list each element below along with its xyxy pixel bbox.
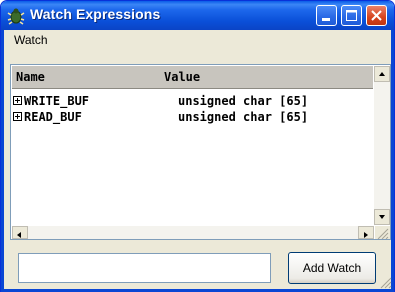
watch-list[interactable]: Name Value WRITE_BUF unsigned char [65] … — [10, 64, 391, 240]
list-item[interactable]: READ_BUF unsigned char [65] — [12, 110, 373, 125]
grip-icon — [377, 228, 389, 239]
scroll-up-button[interactable] — [374, 66, 390, 82]
scroll-down-button[interactable] — [374, 209, 390, 225]
window-title: Watch Expressions — [30, 6, 161, 22]
close-button[interactable] — [366, 5, 387, 26]
close-icon — [371, 10, 382, 21]
watch-expressions-window: Watch Expressions Watch Name Value WRITE… — [0, 0, 395, 292]
expand-icon[interactable] — [13, 96, 22, 105]
arrow-left-icon — [17, 232, 21, 238]
arrow-right-icon — [364, 232, 368, 238]
list-size-grip — [375, 226, 390, 239]
expand-icon[interactable] — [13, 112, 22, 121]
resize-grip-icon[interactable] — [380, 277, 392, 289]
bug-icon — [7, 8, 25, 25]
scroll-right-button[interactable] — [358, 226, 374, 239]
watch-name: WRITE_BUF — [24, 94, 90, 108]
horizontal-scrollbar[interactable] — [12, 226, 374, 239]
minimize-icon — [322, 18, 330, 21]
watch-name: READ_BUF — [24, 110, 82, 124]
vertical-scrollbar[interactable] — [374, 66, 390, 225]
title-bar[interactable]: Watch Expressions — [1, 1, 394, 30]
maximize-button[interactable] — [341, 5, 362, 26]
maximize-icon — [346, 10, 357, 21]
watch-value: unsigned char [65] — [178, 110, 309, 124]
arrow-up-icon — [379, 72, 385, 76]
watch-expression-input[interactable] — [18, 253, 271, 283]
list-header: Name Value — [12, 66, 373, 89]
column-header-value[interactable]: Value — [164, 70, 200, 84]
watch-value: unsigned char [65] — [178, 94, 309, 108]
scroll-left-button[interactable] — [12, 226, 28, 239]
menu-bar: Watch — [4, 30, 391, 50]
column-header-name[interactable]: Name — [16, 70, 45, 84]
arrow-down-icon — [379, 215, 385, 219]
minimize-button[interactable] — [316, 5, 337, 26]
add-watch-button[interactable]: Add Watch — [288, 252, 376, 284]
menu-watch[interactable]: Watch — [14, 33, 48, 47]
list-item[interactable]: WRITE_BUF unsigned char [65] — [12, 94, 373, 109]
